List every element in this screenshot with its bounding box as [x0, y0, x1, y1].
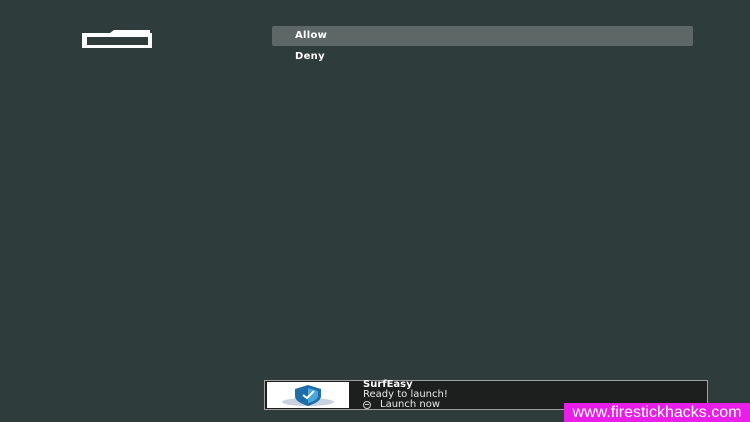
deny-option[interactable]: Deny [272, 47, 693, 67]
permission-menu: Allow Deny [272, 26, 693, 68]
menu-button-icon [363, 401, 371, 409]
surfeasy-shield-logo-icon [267, 382, 349, 408]
launch-now-action[interactable]: Launch now [363, 400, 448, 410]
folder-icon [80, 30, 154, 50]
allow-option[interactable]: Allow [272, 26, 693, 46]
launch-now-label: Launch now [380, 399, 441, 410]
watermark: www.firestickhacks.com [564, 403, 750, 422]
